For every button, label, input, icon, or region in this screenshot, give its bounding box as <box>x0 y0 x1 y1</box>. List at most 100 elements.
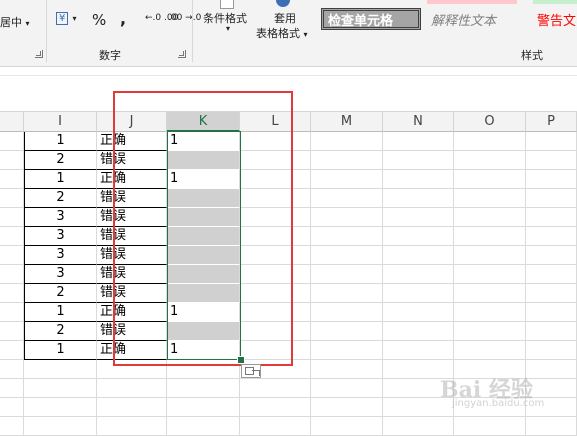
empty-cell[interactable] <box>526 227 577 246</box>
cell-i[interactable]: 3 <box>24 246 97 265</box>
cell-k[interactable] <box>167 265 240 284</box>
empty-cell[interactable] <box>383 417 454 436</box>
empty-cell[interactable] <box>454 246 526 265</box>
cell-i[interactable]: 2 <box>24 151 97 170</box>
currency-format-button[interactable]: ¥ ▾ <box>56 10 77 25</box>
empty-cell[interactable] <box>97 379 167 398</box>
empty-cell[interactable] <box>0 246 24 265</box>
cell-k[interactable] <box>167 151 240 170</box>
cell-i[interactable]: 3 <box>24 227 97 246</box>
empty-cell[interactable] <box>240 132 311 151</box>
quick-analysis-icon[interactable] <box>241 364 261 378</box>
empty-cell[interactable] <box>240 151 311 170</box>
empty-cell[interactable] <box>24 417 97 436</box>
empty-cell[interactable] <box>311 170 383 189</box>
empty-cell[interactable] <box>526 322 577 341</box>
cell-j[interactable]: 错误 <box>97 208 167 227</box>
empty-cell[interactable] <box>454 189 526 208</box>
empty-cell[interactable] <box>240 322 311 341</box>
column-header-p[interactable]: P <box>526 112 577 132</box>
cell-i[interactable]: 1 <box>24 170 97 189</box>
empty-cell[interactable] <box>311 360 383 379</box>
cell-k[interactable] <box>167 189 240 208</box>
empty-cell[interactable] <box>311 227 383 246</box>
empty-cell[interactable] <box>454 208 526 227</box>
cell-i[interactable]: 3 <box>24 265 97 284</box>
cell-j[interactable]: 正确 <box>97 170 167 189</box>
cell-i[interactable]: 1 <box>24 303 97 322</box>
cell-k[interactable] <box>167 284 240 303</box>
empty-cell[interactable] <box>311 303 383 322</box>
empty-cell[interactable] <box>0 322 24 341</box>
empty-cell[interactable] <box>240 189 311 208</box>
column-header-k[interactable]: K <box>167 112 240 132</box>
column-header-i[interactable]: I <box>24 112 97 132</box>
format-as-table-line1[interactable]: 套用 <box>274 10 296 26</box>
empty-cell[interactable] <box>311 265 383 284</box>
empty-cell[interactable] <box>526 189 577 208</box>
empty-cell[interactable] <box>454 265 526 284</box>
empty-cell[interactable] <box>383 132 454 151</box>
empty-cell[interactable] <box>0 227 24 246</box>
cell-k[interactable] <box>167 227 240 246</box>
empty-cell[interactable] <box>24 379 97 398</box>
empty-cell[interactable] <box>526 151 577 170</box>
fill-handle[interactable] <box>237 356 245 364</box>
empty-cell[interactable] <box>383 189 454 208</box>
cell-j[interactable]: 错误 <box>97 151 167 170</box>
empty-cell[interactable] <box>97 360 167 379</box>
empty-cell[interactable] <box>240 170 311 189</box>
cell-i[interactable]: 2 <box>24 322 97 341</box>
empty-cell[interactable] <box>454 132 526 151</box>
empty-cell[interactable] <box>311 379 383 398</box>
empty-cell[interactable] <box>526 417 577 436</box>
empty-cell[interactable] <box>454 322 526 341</box>
number-dialog-launcher-icon[interactable] <box>178 50 186 58</box>
cell-j[interactable]: 正确 <box>97 341 167 360</box>
empty-cell[interactable] <box>454 151 526 170</box>
cell-j[interactable]: 错误 <box>97 265 167 284</box>
empty-cell[interactable] <box>311 151 383 170</box>
empty-cell[interactable] <box>454 284 526 303</box>
merge-center-button[interactable]: 居中 ▾ <box>0 14 30 30</box>
cell-j[interactable]: 正确 <box>97 303 167 322</box>
cell-k[interactable]: 1 <box>167 341 240 360</box>
empty-cell[interactable] <box>526 246 577 265</box>
empty-cell[interactable] <box>526 379 577 398</box>
empty-cell[interactable] <box>383 265 454 284</box>
cell-i[interactable]: 3 <box>24 208 97 227</box>
empty-cell[interactable] <box>24 398 97 417</box>
empty-cell[interactable] <box>311 208 383 227</box>
style-check-cell[interactable]: 检查单元格 <box>321 8 421 30</box>
empty-cell[interactable] <box>167 398 240 417</box>
empty-cell[interactable] <box>383 246 454 265</box>
empty-cell[interactable] <box>0 379 24 398</box>
style-warning-text[interactable]: 警告文 <box>533 8 577 30</box>
empty-cell[interactable] <box>0 151 24 170</box>
empty-cell[interactable] <box>167 360 240 379</box>
empty-cell[interactable] <box>454 303 526 322</box>
empty-cell[interactable] <box>311 284 383 303</box>
empty-cell[interactable] <box>0 360 24 379</box>
empty-cell[interactable] <box>311 341 383 360</box>
cell-k[interactable] <box>167 208 240 227</box>
empty-cell[interactable] <box>167 417 240 436</box>
empty-cell[interactable] <box>240 227 311 246</box>
empty-cell[interactable] <box>526 265 577 284</box>
empty-cell[interactable] <box>97 417 167 436</box>
empty-cell[interactable] <box>240 398 311 417</box>
empty-cell[interactable] <box>383 170 454 189</box>
empty-cell[interactable] <box>526 132 577 151</box>
cell-j[interactable]: 正确 <box>97 132 167 151</box>
row-header-corner[interactable] <box>0 112 24 132</box>
empty-cell[interactable] <box>526 303 577 322</box>
empty-cell[interactable] <box>454 227 526 246</box>
cell-j[interactable]: 错误 <box>97 284 167 303</box>
empty-cell[interactable] <box>240 379 311 398</box>
format-as-table-button[interactable]: 表格格式 ▾ <box>256 25 308 41</box>
empty-cell[interactable] <box>383 227 454 246</box>
cell-j[interactable]: 错误 <box>97 227 167 246</box>
empty-cell[interactable] <box>24 360 97 379</box>
cell-j[interactable]: 错误 <box>97 246 167 265</box>
column-header-l[interactable]: L <box>240 112 311 132</box>
